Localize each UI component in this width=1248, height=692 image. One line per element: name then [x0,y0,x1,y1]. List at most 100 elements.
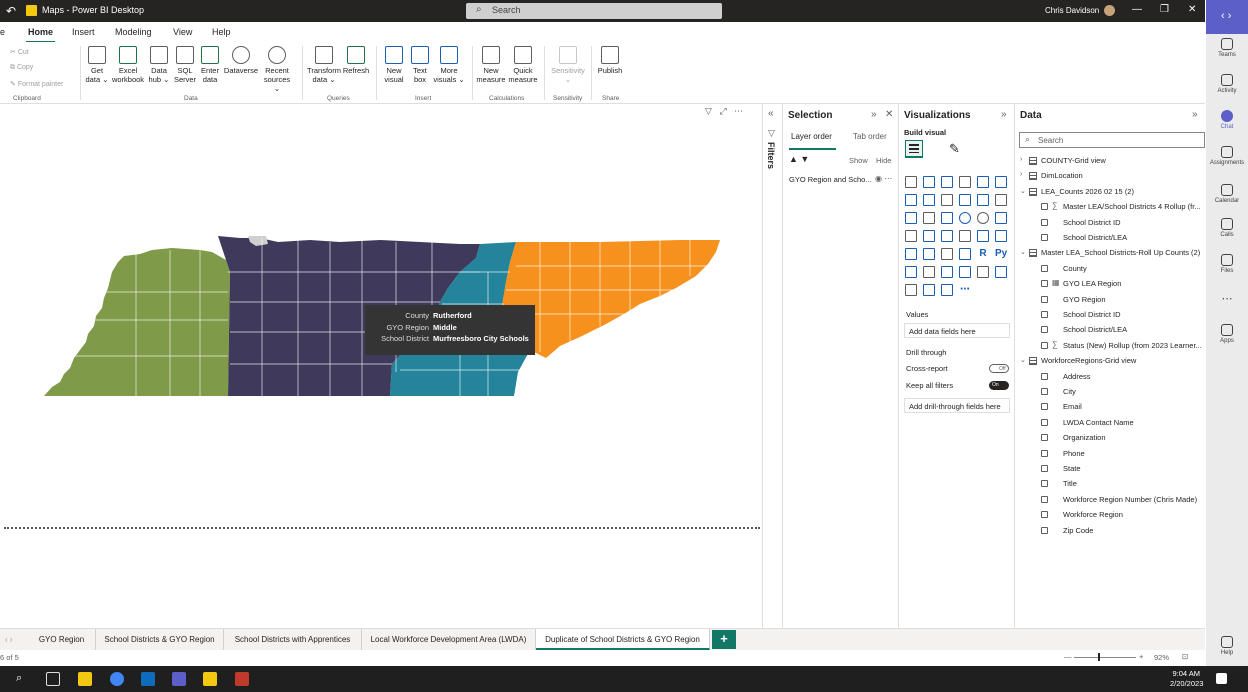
field-item[interactable]: Workforce Region [1015,508,1205,523]
outlook-icon[interactable] [141,672,155,686]
page-tab[interactable]: GYO Region [28,629,96,650]
visual-type-icon[interactable] [941,230,953,242]
checkbox[interactable] [1041,311,1048,318]
field-item[interactable]: Title [1015,477,1205,492]
page-tab[interactable]: Local Workforce Development Area (LWDA) [362,629,536,650]
tab-help[interactable]: Help [212,27,231,37]
zoom-in-icon[interactable]: + [1139,652,1143,661]
rail-item-help[interactable]: Help [1206,636,1248,656]
app-icon[interactable] [235,672,249,686]
minimize-icon[interactable]: — [1132,4,1142,15]
field-item[interactable]: ▦ GYO LEA Region [1015,277,1205,292]
checkbox[interactable] [1041,264,1048,272]
task-view-icon[interactable] [46,672,60,686]
field-item[interactable]: LWDA Contact Name [1015,416,1205,431]
checkbox[interactable] [1041,418,1048,426]
rail-item-files[interactable]: Files [1206,254,1248,274]
keep-filters-toggle[interactable]: On [989,381,1009,390]
visual-type-icon[interactable] [923,212,935,224]
data-hub-button[interactable]: Data hub ⌄ [146,46,172,84]
checkbox[interactable] [1041,449,1048,457]
rail-item-apps[interactable]: Apps [1206,324,1248,344]
drill-through-well[interactable]: Add drill-through fields here [904,398,1010,413]
field-item[interactable]: County [1015,262,1205,277]
table-node[interactable]: ⌄ LEA_Counts 2026 02 15 (2) [1015,185,1205,200]
checkbox[interactable] [1041,234,1048,241]
field-item[interactable]: ∑ Status (New) Rollup (from 2023 Learner.… [1015,339,1205,354]
sql-server-button[interactable]: SQL Server [172,46,198,84]
layer-item[interactable]: GYO Region and Scho... ◉ ⋯ [789,175,895,184]
visual-type-icon[interactable] [923,194,935,206]
visual-type-icon[interactable] [977,194,989,206]
zoom-out-icon[interactable]: — [1064,652,1072,661]
visual-type-icon[interactable] [995,230,1007,242]
checkbox[interactable] [1041,480,1048,488]
visual-type-icon[interactable] [959,194,971,206]
visual-type-icon[interactable] [923,230,935,242]
field-item[interactable]: Zip Code [1015,524,1205,539]
undo-icon[interactable]: ↶ [6,4,16,18]
back-icon[interactable]: ‹ › [1221,10,1231,22]
user-name[interactable]: Chris Davidson [1045,6,1099,15]
refresh-button[interactable]: Refresh [342,46,370,75]
rail-item-teams[interactable]: Teams [1206,38,1248,58]
visual-type-icon[interactable] [995,212,1007,224]
visual-type-icon[interactable] [977,266,989,278]
field-item[interactable]: School District ID [1015,216,1205,231]
tab-home[interactable]: Home [25,27,56,43]
checkbox[interactable] [1041,218,1048,226]
add-page-button[interactable]: + [712,630,736,649]
checkbox[interactable] [1041,465,1048,472]
visual-type-icon[interactable]: R [977,248,989,260]
expand-filters-icon[interactable]: « [768,108,774,119]
dataverse-button[interactable]: Dataverse [222,46,260,75]
show-all-button[interactable]: Show [849,156,868,165]
expand-icon[interactable]: ⌄ [1020,356,1026,364]
visual-type-icon[interactable] [905,176,917,188]
teams-icon[interactable] [172,672,186,686]
get-data-button[interactable]: Get data ⌄ [84,46,110,84]
visual-type-icon[interactable] [941,194,953,206]
values-well[interactable]: Add data fields here [904,323,1010,338]
visual-type-icon[interactable] [959,266,971,278]
visual-type-icon[interactable] [959,212,971,224]
visual-type-icon[interactable] [995,194,1007,206]
visual-type-icon[interactable] [923,266,935,278]
move-up-down-icons[interactable]: ▲ ▼ [789,154,809,164]
visual-type-icon[interactable] [905,212,917,224]
visual-type-icon[interactable] [959,248,971,260]
notification-icon[interactable] [1216,673,1227,684]
checkbox[interactable] [1041,203,1048,211]
rail-item-calls[interactable]: Calls [1206,218,1248,238]
visual-type-icon[interactable] [905,248,917,260]
more-visuals-button[interactable]: More visuals ⌄ [432,46,466,84]
visual-type-icon[interactable] [905,194,917,206]
checkbox[interactable] [1041,372,1048,380]
zoom-slider-thumb[interactable] [1098,653,1100,661]
rail-item-chat[interactable]: Chat [1206,110,1248,130]
publish-button[interactable]: Publish [594,46,626,75]
close-icon[interactable]: ✕ [885,109,893,120]
filter-icon[interactable]: ▽ [705,106,712,116]
checkbox[interactable] [1041,526,1048,534]
page-tab[interactable]: School Districts with Apprentices [224,629,362,650]
expand-icon[interactable]: › [1020,171,1022,178]
quick-measure-button[interactable]: Quick measure [508,46,538,84]
visual-type-icon[interactable] [959,176,971,188]
expand-icon[interactable]: ⌄ [1020,248,1026,256]
visual-type-icon[interactable] [941,284,953,296]
text-box-button[interactable]: Text box [408,46,432,84]
page-tab[interactable]: School Districts & GYO Region [96,629,224,650]
visual-type-icon[interactable] [923,284,935,296]
visual-type-icon[interactable] [977,176,989,188]
rail-item-assignments[interactable]: Assignments [1206,146,1248,166]
tab-layer-order[interactable]: Layer order [789,132,836,150]
more-options-icon[interactable]: ⋯ [734,106,743,116]
map-region-west[interactable] [44,248,230,396]
enter-data-button[interactable]: Enter data [198,46,222,84]
chrome-icon[interactable] [110,672,124,686]
search-icon[interactable]: ⌕ [16,672,30,686]
visual-type-icon[interactable] [941,212,953,224]
eye-icon[interactable]: ◉ ⋯ [875,175,892,183]
checkbox[interactable] [1041,341,1048,349]
